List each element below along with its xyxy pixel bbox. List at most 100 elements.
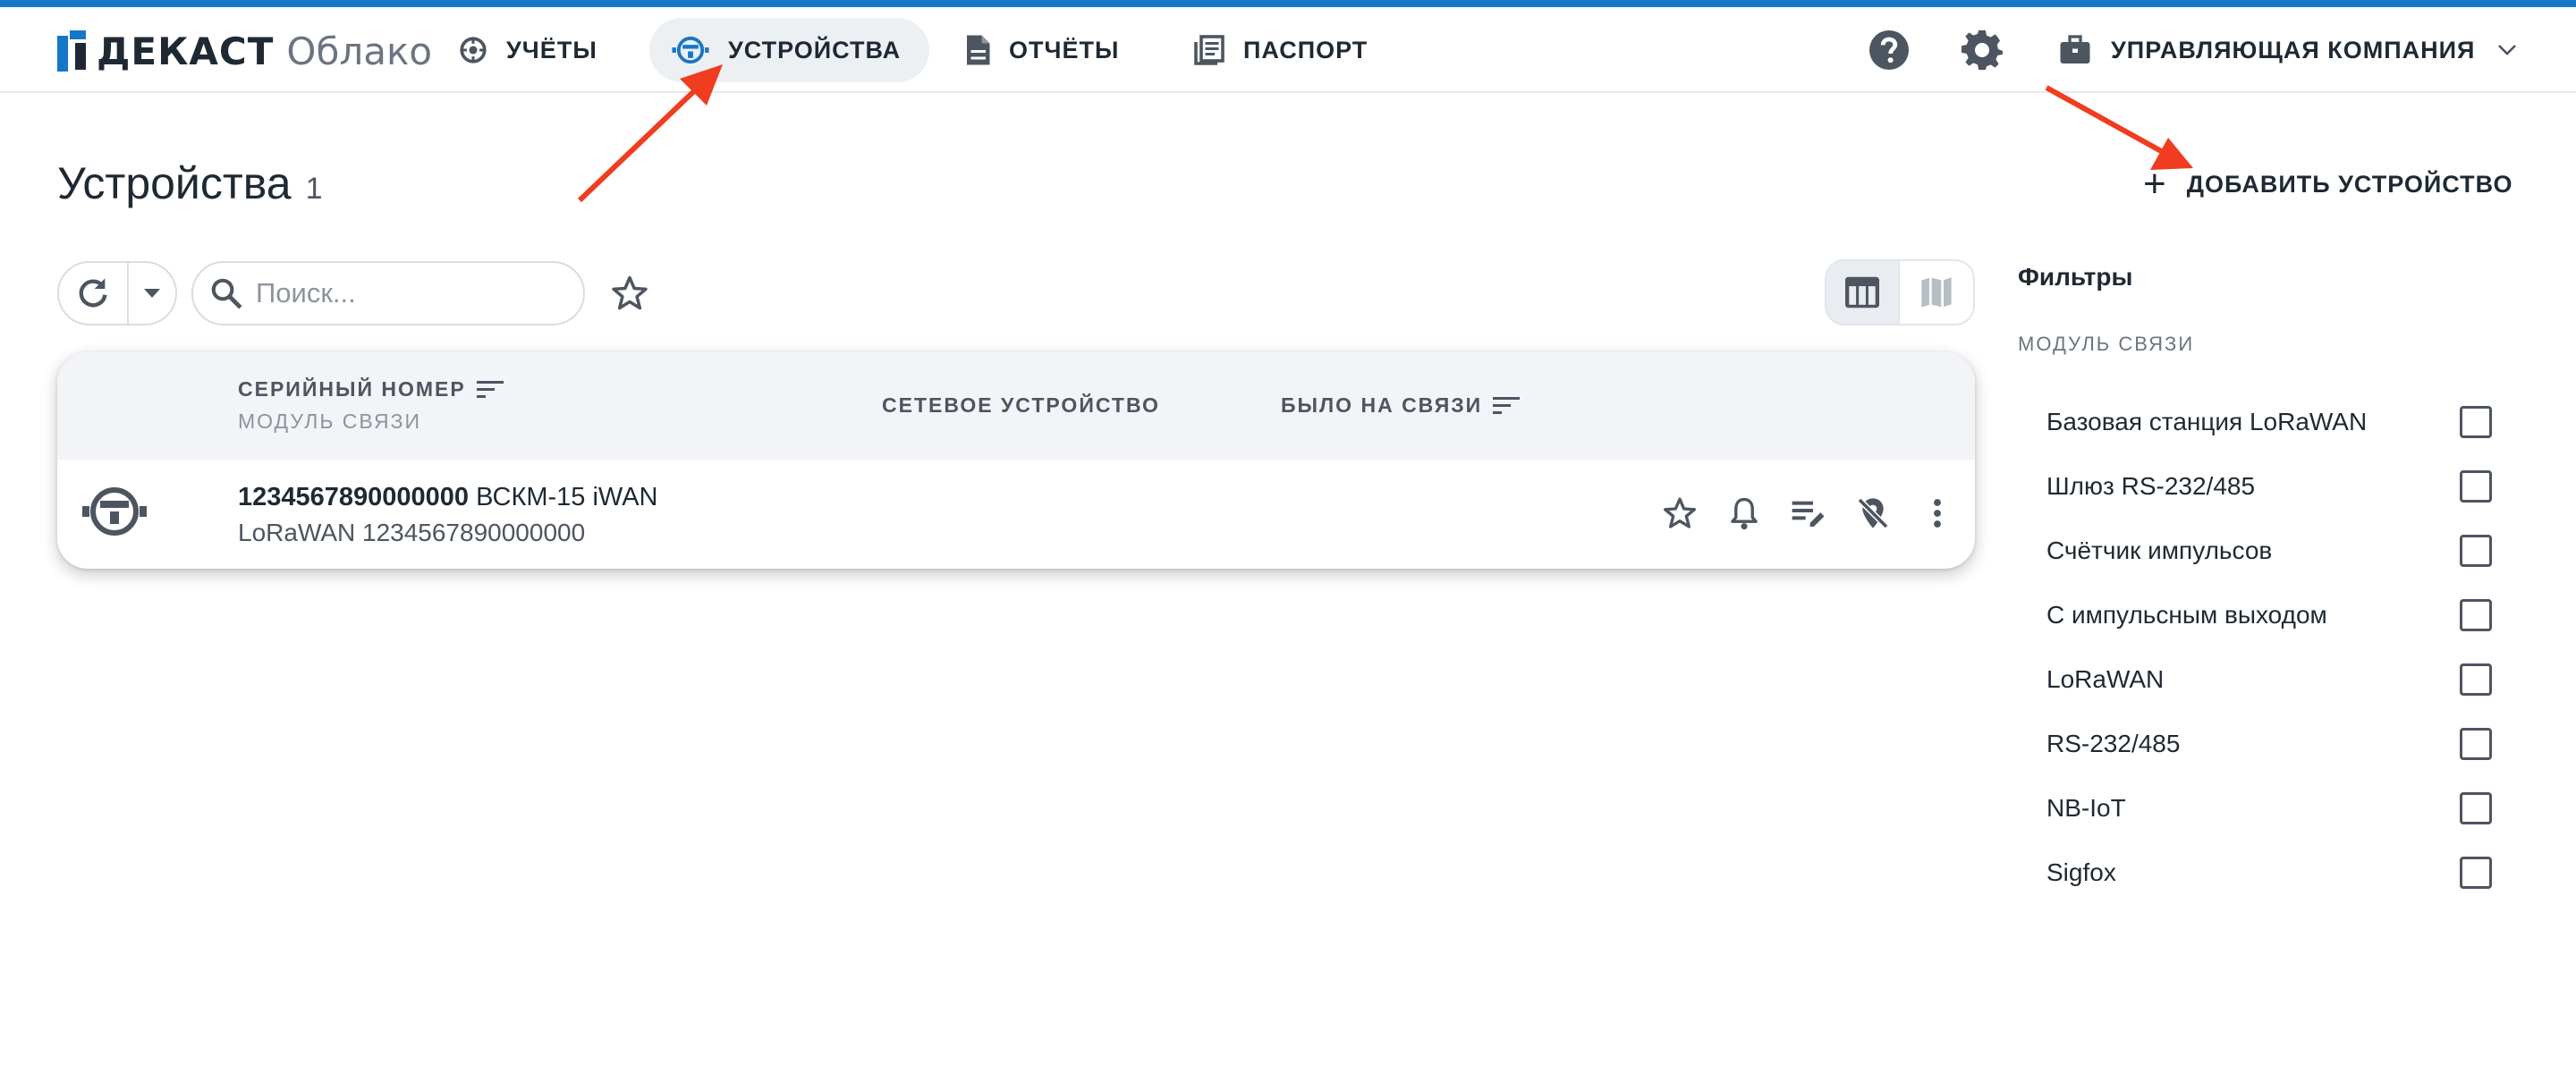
star-outline-icon [612, 275, 648, 310]
filter-checkbox[interactable] [2460, 728, 2492, 760]
star-outline-icon [1664, 497, 1696, 528]
logo[interactable]: ДЕКАСТ Облако [57, 27, 432, 75]
device-icon [672, 36, 709, 64]
filter-item[interactable]: Счётчик импульсов [2046, 519, 2494, 583]
filter-item[interactable]: Базовая станция LoRaWAN [2046, 390, 2494, 454]
passport-icon [1194, 35, 1224, 65]
top-accent-bar [0, 0, 2576, 7]
nav-item-reports[interactable]: ОТЧЁТЫ [943, 18, 1148, 82]
logo-mark-icon [57, 30, 88, 72]
filter-label: NB-IoT [2046, 794, 2126, 822]
document-icon [967, 35, 990, 65]
filter-checkbox[interactable] [2460, 792, 2492, 824]
col-module-label: МОДУЛЬ СВЯЗИ [238, 410, 422, 433]
search-field[interactable] [191, 261, 585, 325]
table-row[interactable]: 1234567890000000 ВСКМ-15 iWAN LoRaWAN 12… [57, 460, 1975, 569]
plus-icon: + [2143, 162, 2167, 206]
gear-icon[interactable] [1961, 29, 2004, 72]
col-serial-label: СЕРИЙНЫЙ НОМЕР [238, 377, 466, 401]
sort-icon [1493, 396, 1521, 414]
filters-section-title: МОДУЛЬ СВЯЗИ [2018, 333, 2195, 355]
filter-checkbox[interactable] [2460, 470, 2492, 503]
table-view-button[interactable] [1826, 261, 1900, 324]
filter-label: Счётчик импульсов [2046, 536, 2273, 564]
filter-checkbox[interactable] [2460, 599, 2492, 631]
company-name: УПРАВЛЯЮЩАЯ КОМПАНИЯ [2111, 36, 2476, 63]
search-input[interactable] [256, 277, 560, 309]
filter-label: RS-232/485 [2046, 730, 2181, 757]
sort-icon [476, 380, 504, 398]
table-header: СЕРИЙНЫЙ НОМЕР МОДУЛЬ СВЯЗИ СЕТЕВОЕ УСТР… [57, 352, 1975, 460]
device-icon [82, 487, 147, 536]
device-serial: 1234567890000000 [238, 483, 470, 511]
page-title: Устройства 1 [57, 157, 323, 209]
device-model: ВСКМ-15 iWAN [476, 483, 658, 511]
view-toggle [1825, 259, 1975, 325]
location-off-icon [1857, 497, 1889, 529]
filter-label: LoRaWAN [2046, 665, 2165, 693]
filter-item[interactable]: Шлюз RS-232/485 [2046, 454, 2494, 519]
filter-label: С импульсным выходом [2046, 601, 2327, 629]
more-actions-button[interactable] [1916, 492, 1959, 535]
col-network-label: СЕТЕВОЕ УСТРОЙСТВО [882, 393, 1160, 417]
logo-product: Облако [286, 29, 433, 73]
briefcase-icon [2060, 35, 2090, 63]
favorite-button[interactable] [1658, 492, 1701, 535]
edit-note-icon [1792, 501, 1825, 527]
col-last-seen-label: БЫЛО НА СВЯЗИ [1281, 393, 1483, 417]
col-module-header: МОДУЛЬ СВЯЗИ [238, 410, 421, 434]
filter-checkbox[interactable] [2460, 406, 2492, 438]
col-network-header: СЕТЕВОЕ УСТРОЙСТВО [882, 393, 1160, 418]
page-title-text: Устройства [57, 158, 292, 208]
col-last-seen-header[interactable]: БЫЛО НА СВЯЗИ [1281, 393, 1521, 418]
filter-checkbox[interactable] [2460, 663, 2492, 696]
filter-list: Базовая станция LoRaWAN Шлюз RS-232/485 … [2046, 390, 2494, 905]
nav-label: УЧЁТЫ [506, 36, 597, 63]
refresh-options-dropdown[interactable] [129, 263, 175, 324]
refresh-button[interactable] [59, 263, 129, 324]
device-module: LoRaWAN 1234567890000000 [238, 519, 586, 546]
search-icon [211, 278, 242, 309]
chevron-down-icon [2498, 45, 2517, 55]
col-serial-header[interactable]: СЕРИЙНЫЙ НОМЕР [238, 377, 504, 401]
location-off-button[interactable] [1852, 492, 1894, 535]
nav-label: ПАСПОРТ [1243, 36, 1368, 63]
table-view-icon [1845, 276, 1879, 308]
meter-icon [460, 37, 487, 63]
refresh-group [57, 261, 177, 325]
row-actions [1658, 492, 1975, 535]
edit-notes-button[interactable] [1787, 492, 1830, 535]
add-device-button[interactable]: + ДОБАВИТЬ УСТРОЙСТВО [2143, 161, 2512, 207]
filter-item[interactable]: Sigfox [2046, 841, 2494, 905]
caret-down-icon [144, 289, 160, 298]
more-vert-icon [1934, 499, 1941, 528]
notifications-button[interactable] [1723, 492, 1766, 535]
filter-checkbox[interactable] [2460, 535, 2492, 567]
nav-item-passport[interactable]: ПАСПОРТ [1172, 18, 1396, 82]
map-icon [1921, 277, 1952, 308]
nav-item-devices[interactable]: УСТРОЙСТВА [649, 18, 930, 82]
device-title: 1234567890000000 ВСКМ-15 iWAN [238, 483, 658, 512]
bell-icon [1731, 497, 1758, 530]
nav-label: УСТРОЙСТВА [728, 36, 902, 63]
device-count: 1 [305, 172, 323, 206]
filter-item[interactable]: NB-IoT [2046, 776, 2494, 841]
add-device-label: ДОБАВИТЬ УСТРОЙСТВО [2186, 170, 2513, 198]
filter-item[interactable]: LoRaWAN [2046, 647, 2494, 712]
refresh-icon [79, 278, 107, 308]
app-header: ДЕКАСТ Облако УЧЁТЫ УСТРОЙСТВА ОТЧЁТЫ ПА… [0, 7, 2576, 93]
filter-label: Шлюз RS-232/485 [2046, 472, 2256, 500]
filter-item[interactable]: RS-232/485 [2046, 712, 2494, 776]
company-menu[interactable]: УПРАВЛЯЮЩАЯ КОМПАНИЯ [2059, 29, 2518, 72]
favorites-filter-button[interactable] [610, 274, 649, 317]
nav-item-accounts[interactable]: УЧЁТЫ [436, 18, 626, 82]
help-icon[interactable] [1868, 29, 1911, 72]
filters-title: Фильтры [2018, 263, 2133, 291]
map-view-button[interactable] [1900, 261, 1973, 324]
devices-table: СЕРИЙНЫЙ НОМЕР МОДУЛЬ СВЯЗИ СЕТЕВОЕ УСТР… [57, 352, 1975, 569]
arrow-to-add-device [2045, 85, 2193, 170]
filter-item[interactable]: С импульсным выходом [2046, 583, 2494, 647]
filter-label: Sigfox [2046, 858, 2116, 886]
filter-label: Базовая станция LoRaWAN [2046, 408, 2368, 435]
filter-checkbox[interactable] [2460, 857, 2492, 889]
